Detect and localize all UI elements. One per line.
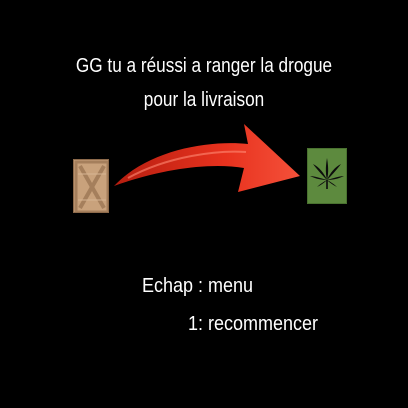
game-over-screen: GG tu a réussi a ranger la drogue pour l… (0, 0, 408, 408)
restart-hint: 1: recommencer (188, 313, 319, 335)
cannabis-leaf-icon (307, 148, 347, 204)
wooden-crate-icon (73, 159, 109, 213)
success-message-line-1: GG tu a réussi a ranger la drogue (75, 55, 333, 77)
success-message-line-2: pour la livraison (143, 89, 265, 111)
menu-hint: Echap : menu (142, 275, 254, 297)
red-curved-arrow-icon (108, 110, 308, 210)
